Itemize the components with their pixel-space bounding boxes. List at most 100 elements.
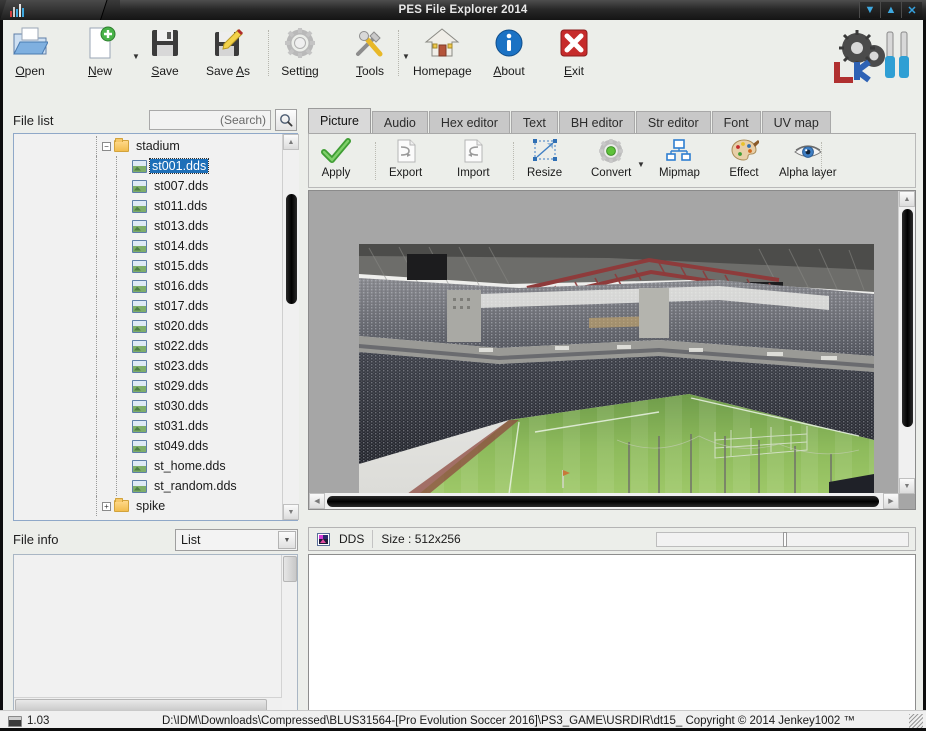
image-preview-area[interactable]: ▲ ▼ ◀ ▶ bbox=[308, 190, 916, 510]
tree-folder-row[interactable]: +spike bbox=[14, 496, 281, 516]
search-input[interactable]: (Search) bbox=[149, 110, 271, 130]
zoom-slider-knob[interactable] bbox=[783, 532, 787, 547]
tree-file-row[interactable]: st001.dds bbox=[14, 156, 281, 176]
tree-guide-line bbox=[116, 296, 117, 316]
tree-item-label: st_home.dds bbox=[152, 459, 228, 473]
file-info-vertical-scrollbar[interactable] bbox=[281, 555, 297, 700]
tree-file-row[interactable]: st022.dds bbox=[14, 336, 281, 356]
tree-guide-line bbox=[116, 216, 117, 236]
tree-item-label: st016.dds bbox=[152, 279, 210, 293]
scroll-down-button[interactable]: ▼ bbox=[283, 504, 299, 520]
close-button[interactable]: ✕ bbox=[901, 2, 922, 18]
tab-str-editor[interactable]: Str editor bbox=[636, 111, 711, 134]
tree-folder-row[interactable]: −stadium bbox=[14, 136, 281, 156]
file-tree[interactable]: −stadiumst001.ddsst007.ddsst011.ddsst013… bbox=[13, 133, 298, 521]
tab-uv-map[interactable]: UV map bbox=[762, 111, 831, 134]
preview-scroll-up-button[interactable]: ▲ bbox=[899, 191, 915, 207]
scroll-up-button[interactable]: ▲ bbox=[283, 134, 299, 150]
tree-guide-line bbox=[116, 456, 117, 476]
tree-file-row[interactable]: st013.dds bbox=[14, 216, 281, 236]
output-log-panel[interactable] bbox=[308, 554, 916, 714]
file-info-v-thumb[interactable] bbox=[283, 556, 297, 582]
tree-expander[interactable]: + bbox=[102, 502, 111, 511]
preview-vertical-scrollbar[interactable]: ▲ ▼ bbox=[898, 191, 915, 494]
dds-file-icon bbox=[132, 160, 147, 173]
tree-expander[interactable]: − bbox=[102, 142, 111, 151]
toolbar-new-dropdown-arrow[interactable]: ▼ bbox=[131, 52, 141, 62]
picture-convert-button[interactable]: Convert bbox=[591, 137, 631, 185]
tree-file-row[interactable]: st030.dds bbox=[14, 396, 281, 416]
picture-resize-button[interactable]: Resize bbox=[527, 137, 562, 185]
resize-grip-icon[interactable] bbox=[909, 714, 923, 728]
toolbar-setting-button[interactable]: Setting bbox=[281, 24, 319, 84]
preview-h-thumb[interactable] bbox=[327, 496, 879, 507]
toolbar-new-button[interactable]: New bbox=[81, 24, 119, 84]
toolbar-tools-button[interactable]: Tools bbox=[351, 24, 389, 84]
toolbar-item-label: About bbox=[493, 64, 524, 78]
picture-alpha-layer-button[interactable]: Alpha layer bbox=[779, 137, 837, 185]
tree-file-row[interactable]: st011.dds bbox=[14, 196, 281, 216]
export-icon bbox=[391, 137, 421, 165]
tree-file-row[interactable]: st029.dds bbox=[14, 376, 281, 396]
tree-item-label: st022.dds bbox=[152, 339, 210, 353]
picture-mipmap-button[interactable]: Mipmap bbox=[659, 137, 700, 185]
tree-file-row[interactable]: st007.dds bbox=[14, 176, 281, 196]
preview-scroll-down-button[interactable]: ▼ bbox=[899, 478, 915, 494]
tree-item-label: st029.dds bbox=[152, 379, 210, 393]
view-mode-select[interactable]: List ▼ bbox=[175, 529, 298, 551]
tab-audio[interactable]: Audio bbox=[372, 111, 428, 134]
tree-file-row[interactable]: st_home.dds bbox=[14, 456, 281, 476]
picture-convert-dropdown-arrow[interactable]: ▼ bbox=[637, 160, 645, 169]
tree-scroll-thumb[interactable] bbox=[286, 194, 297, 304]
picture-tool-label: Effect bbox=[729, 167, 758, 179]
toolbar-item-label: New bbox=[88, 64, 112, 78]
zoom-slider[interactable] bbox=[656, 532, 909, 547]
toolbar-save-as-button[interactable]: Save As bbox=[206, 24, 250, 84]
save-as-icon bbox=[209, 24, 247, 62]
tree-vertical-scrollbar[interactable]: ▲ ▼ bbox=[282, 134, 299, 520]
tab-bh-editor[interactable]: BH editor bbox=[559, 111, 635, 134]
toolbar-about-button[interactable]: About bbox=[490, 24, 528, 84]
file-info-panel[interactable] bbox=[13, 554, 298, 714]
toolbar-item-label: Homepage bbox=[413, 64, 472, 78]
toolbar-exit-button[interactable]: Exit bbox=[555, 24, 593, 84]
tree-file-row[interactable]: st023.dds bbox=[14, 356, 281, 376]
tree-file-row[interactable]: st016.dds bbox=[14, 276, 281, 296]
toolbar-tools-dropdown-arrow[interactable]: ▼ bbox=[401, 52, 411, 62]
chevron-down-icon[interactable]: ▼ bbox=[278, 531, 296, 549]
tree-file-row[interactable]: st020.dds bbox=[14, 316, 281, 336]
picture-toolbar-separator-1 bbox=[513, 142, 514, 180]
tree-item-label: st_random.dds bbox=[152, 479, 239, 493]
toolbar-homepage-button[interactable]: Homepage bbox=[413, 24, 472, 84]
folder-icon bbox=[114, 500, 129, 512]
tree-file-row[interactable]: st031.dds bbox=[14, 416, 281, 436]
picture-tool-label: Alpha layer bbox=[779, 167, 837, 179]
exit-icon bbox=[555, 24, 593, 62]
tab-font[interactable]: Font bbox=[712, 111, 761, 134]
minimize-button[interactable]: ▼ bbox=[859, 2, 880, 18]
tab-text[interactable]: Text bbox=[511, 111, 558, 134]
tab-picture[interactable]: Picture bbox=[308, 108, 371, 134]
editor-tabs[interactable]: PictureAudioHex editorTextBH editorStr e… bbox=[308, 108, 832, 134]
preview-v-thumb[interactable] bbox=[902, 209, 913, 427]
toolbar-open-button[interactable]: Open bbox=[11, 24, 49, 84]
tree-file-row[interactable]: st049.dds bbox=[14, 436, 281, 456]
tree-file-row[interactable]: st017.dds bbox=[14, 296, 281, 316]
preview-horizontal-scrollbar[interactable]: ◀ ▶ bbox=[309, 493, 899, 509]
picture-export-button[interactable]: Export bbox=[389, 137, 422, 185]
tree-file-row[interactable]: st014.dds bbox=[14, 236, 281, 256]
tree-file-row[interactable]: st015.dds bbox=[14, 256, 281, 276]
picture-import-button[interactable]: Import bbox=[457, 137, 490, 185]
picture-effect-button[interactable]: Effect bbox=[729, 137, 759, 185]
picture-apply-button[interactable]: Apply bbox=[321, 137, 351, 185]
dds-file-icon bbox=[132, 280, 147, 293]
preview-scroll-left-button[interactable]: ◀ bbox=[309, 493, 325, 509]
search-button[interactable] bbox=[275, 109, 297, 131]
picture-tool-label: Convert bbox=[591, 167, 631, 179]
tab-hex-editor[interactable]: Hex editor bbox=[429, 111, 510, 134]
preview-scroll-right-button[interactable]: ▶ bbox=[883, 493, 899, 509]
dds-file-icon bbox=[132, 240, 147, 253]
maximize-button[interactable]: ▲ bbox=[880, 2, 901, 18]
toolbar-save-button[interactable]: Save bbox=[146, 24, 184, 84]
tree-file-row[interactable]: st_random.dds bbox=[14, 476, 281, 496]
